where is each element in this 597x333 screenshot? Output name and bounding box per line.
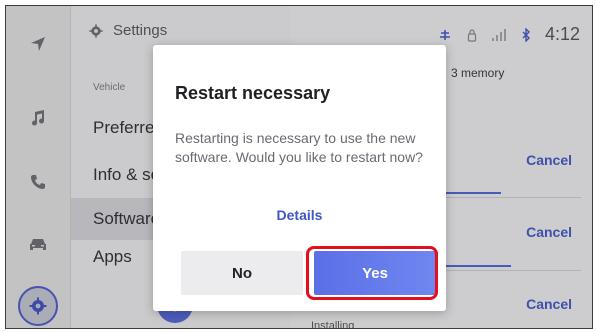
details-link[interactable]: Details [153,207,446,223]
dialog-message: Restarting is necessary to use the new s… [175,130,423,165]
no-button[interactable]: No [181,251,303,295]
infotainment-screen: Settings Vehicle Preferred Info & se Sof… [5,5,593,329]
yes-button-highlight [306,246,438,300]
dialog-title: Restart necessary [175,83,331,103]
